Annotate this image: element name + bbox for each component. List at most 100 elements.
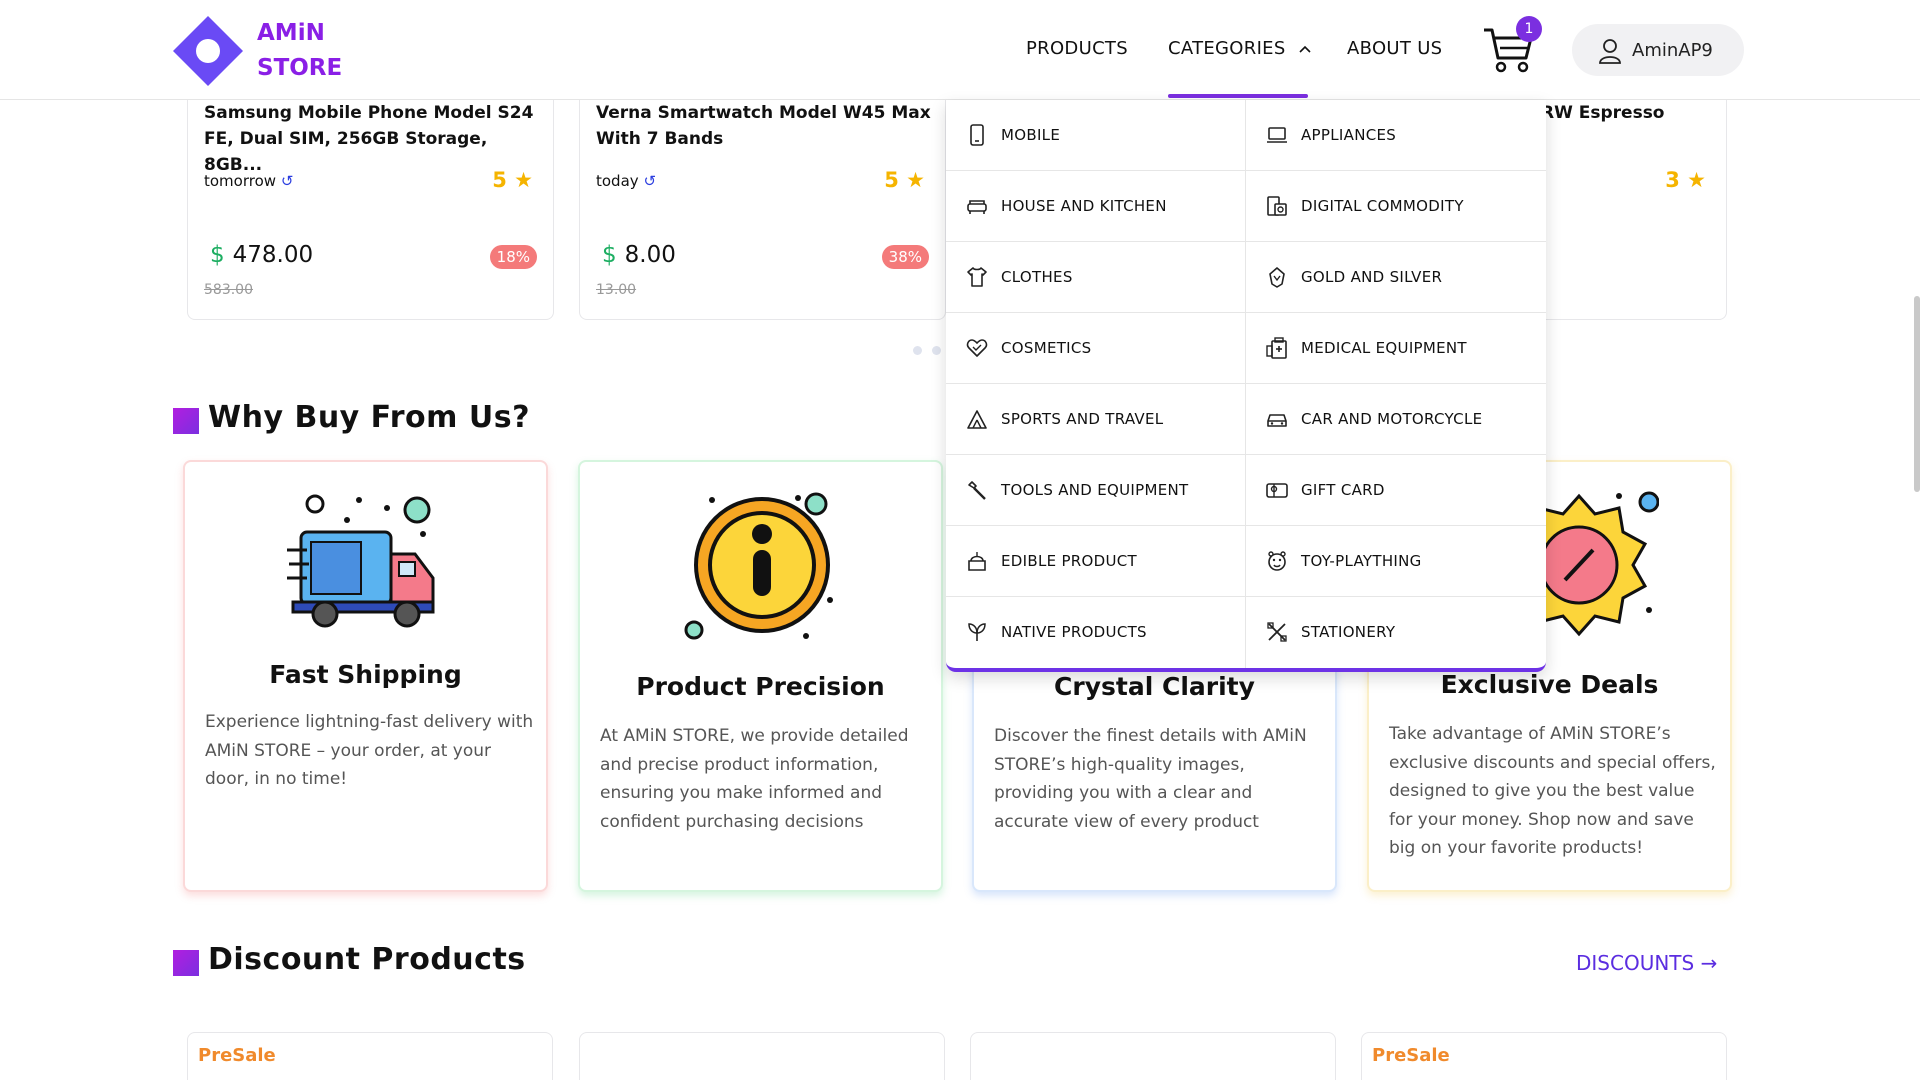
dollar-icon: $ bbox=[602, 242, 617, 268]
shirt-icon bbox=[967, 267, 987, 287]
section-marker bbox=[173, 950, 199, 976]
product-rating: 5 ★ bbox=[884, 168, 925, 192]
delivery-time: today ↺ bbox=[596, 172, 656, 190]
product-card[interactable] bbox=[970, 1032, 1336, 1080]
medical-icon bbox=[1266, 337, 1287, 359]
category-label: HOUSE AND KITCHEN bbox=[1001, 197, 1167, 215]
feature-description: Experience lightning-fast delivery with … bbox=[205, 712, 534, 789]
product-price: $478.00 bbox=[210, 242, 313, 268]
category-stationery[interactable]: STATIONERY bbox=[1246, 597, 1546, 668]
product-title[interactable]: Samsung Mobile Phone Model S24 FE, Dual … bbox=[204, 100, 544, 178]
nav-categories[interactable]: CATEGORIES bbox=[1168, 38, 1312, 59]
user-account-button[interactable]: AminAP9 bbox=[1572, 24, 1744, 76]
feature-description: Take advantage of AMiN STORE’s exclusive… bbox=[1389, 724, 1716, 858]
feature-title: Crystal Clarity bbox=[1054, 672, 1255, 701]
category-label: SPORTS AND TRAVEL bbox=[1001, 410, 1164, 428]
devices-icon bbox=[1267, 196, 1287, 216]
discounts-link[interactable]: DISCOUNTS → bbox=[1576, 951, 1717, 975]
star-icon: ★ bbox=[906, 168, 925, 192]
star-icon: ★ bbox=[1687, 168, 1706, 192]
diamond-icon bbox=[1269, 267, 1285, 288]
stationery-icon bbox=[1267, 622, 1287, 642]
product-card[interactable]: PreSale bbox=[1361, 1032, 1727, 1080]
rating-value: 3 bbox=[1665, 168, 1680, 192]
product-title[interactable]: Verna Smartwatch Model W45 Max With 7 Ba… bbox=[596, 100, 936, 152]
product-price: $8.00 bbox=[602, 242, 676, 268]
category-label: APPLIANCES bbox=[1301, 126, 1397, 144]
star-icon: ★ bbox=[514, 168, 533, 192]
gift-card-icon bbox=[1266, 483, 1288, 498]
category-label: GOLD AND SILVER bbox=[1301, 268, 1443, 286]
discount-section-title: Discount Products bbox=[208, 942, 526, 977]
feature-description: Discover the finest details with AMiN ST… bbox=[994, 726, 1307, 832]
category-label: TOOLS AND EQUIPMENT bbox=[1001, 481, 1189, 499]
category-label: TOY-PLAYTHING bbox=[1301, 552, 1422, 570]
feature-card-product-precision: Product Precision At AMiN STORE, we prov… bbox=[578, 460, 943, 892]
feature-title: Product Precision bbox=[636, 672, 885, 701]
info-icon bbox=[684, 492, 833, 640]
category-clothes[interactable]: CLOTHES bbox=[946, 242, 1246, 313]
nav-categories-label: CATEGORIES bbox=[1168, 38, 1286, 59]
delivery-time-label: today bbox=[596, 172, 639, 190]
product-card[interactable]: PreSale bbox=[187, 1032, 553, 1080]
plant-icon bbox=[968, 623, 986, 641]
sofa-icon bbox=[967, 200, 987, 214]
category-medical-equipment[interactable]: MEDICAL EQUIPMENT bbox=[1246, 313, 1546, 384]
feature-card-fast-shipping: Fast Shipping Experience lightning-fast … bbox=[183, 460, 548, 892]
category-sports-and-travel[interactable]: SPORTS AND TRAVEL bbox=[946, 384, 1246, 455]
page-scrollbar[interactable] bbox=[1914, 296, 1920, 492]
category-digital-commodity[interactable]: DIGITAL COMMODITY bbox=[1246, 171, 1546, 242]
category-native-products[interactable]: NATIVE PRODUCTS bbox=[946, 597, 1246, 668]
product-card[interactable]: Verna Smartwatch Model W45 Max With 7 Ba… bbox=[579, 80, 946, 320]
category-edible-product[interactable]: EDIBLE PRODUCT bbox=[946, 526, 1246, 597]
category-house-and-kitchen[interactable]: HOUSE AND KITCHEN bbox=[946, 171, 1246, 242]
nav-products[interactable]: PRODUCTS bbox=[1026, 38, 1128, 59]
feature-title: Exclusive Deals bbox=[1440, 670, 1659, 699]
discount-badge: 18% bbox=[489, 245, 537, 269]
car-icon bbox=[1267, 414, 1287, 427]
presale-badge: PreSale bbox=[198, 1045, 276, 1066]
categories-dropdown: MOBILE APPLIANCES HOUSE AND KITCHEN DIGI… bbox=[946, 100, 1546, 672]
heart-icon bbox=[966, 339, 988, 357]
tent-icon bbox=[967, 410, 987, 429]
feature-description: At AMiN STORE, we provide detailed and p… bbox=[600, 726, 909, 832]
user-icon bbox=[1599, 39, 1621, 64]
category-tools-and-equipment[interactable]: TOOLS AND EQUIPMENT bbox=[946, 455, 1246, 526]
rating-value: 5 bbox=[492, 168, 507, 192]
category-label: NATIVE PRODUCTS bbox=[1001, 623, 1147, 641]
site-header: AMiN STORE PRODUCTS CATEGORIES ABOUT US … bbox=[0, 0, 1920, 100]
category-toy-plaything[interactable]: TOY-PLAYTHING bbox=[1246, 526, 1546, 597]
carousel-dot[interactable] bbox=[913, 346, 922, 355]
cart-count-badge: 1 bbox=[1516, 16, 1542, 42]
old-price: 583.00 bbox=[204, 282, 253, 298]
product-card[interactable] bbox=[579, 1032, 945, 1080]
product-card[interactable]: Samsung Mobile Phone Model S24 FE, Dual … bbox=[187, 80, 554, 320]
category-mobile[interactable]: MOBILE bbox=[946, 100, 1246, 171]
category-label: EDIBLE PRODUCT bbox=[1001, 552, 1137, 570]
nav-about[interactable]: ABOUT US bbox=[1347, 38, 1442, 59]
rating-value: 5 bbox=[884, 168, 899, 192]
category-label: COSMETICS bbox=[1001, 339, 1092, 357]
category-gold-and-silver[interactable]: GOLD AND SILVER bbox=[1246, 242, 1546, 313]
logo-icon[interactable] bbox=[173, 16, 243, 86]
product-title[interactable]: RW Espresso bbox=[1541, 100, 1721, 126]
logo-line2: STORE bbox=[257, 55, 343, 81]
category-gift-card[interactable]: GIFT CARD bbox=[1246, 455, 1546, 526]
category-appliances[interactable]: APPLIANCES bbox=[1246, 100, 1546, 171]
carousel-dot[interactable] bbox=[932, 346, 941, 355]
category-cosmetics[interactable]: COSMETICS bbox=[946, 313, 1246, 384]
price-value: 8.00 bbox=[624, 242, 676, 268]
category-label: MOBILE bbox=[1001, 126, 1061, 144]
feature-title: Fast Shipping bbox=[269, 660, 462, 689]
category-car-and-motorcycle[interactable]: CAR AND MOTORCYCLE bbox=[1246, 384, 1546, 455]
mobile-icon bbox=[970, 124, 984, 146]
category-label: STATIONERY bbox=[1301, 623, 1396, 641]
logo-text[interactable]: AMiN STORE bbox=[257, 16, 342, 86]
dollar-icon: $ bbox=[210, 242, 225, 268]
wrench-icon bbox=[968, 481, 986, 500]
price-value: 478.00 bbox=[232, 242, 314, 268]
category-label: CLOTHES bbox=[1001, 268, 1073, 286]
section-marker bbox=[173, 408, 199, 434]
why-section-title: Why Buy From Us? bbox=[208, 400, 530, 435]
product-rating: 5 ★ bbox=[492, 168, 533, 192]
